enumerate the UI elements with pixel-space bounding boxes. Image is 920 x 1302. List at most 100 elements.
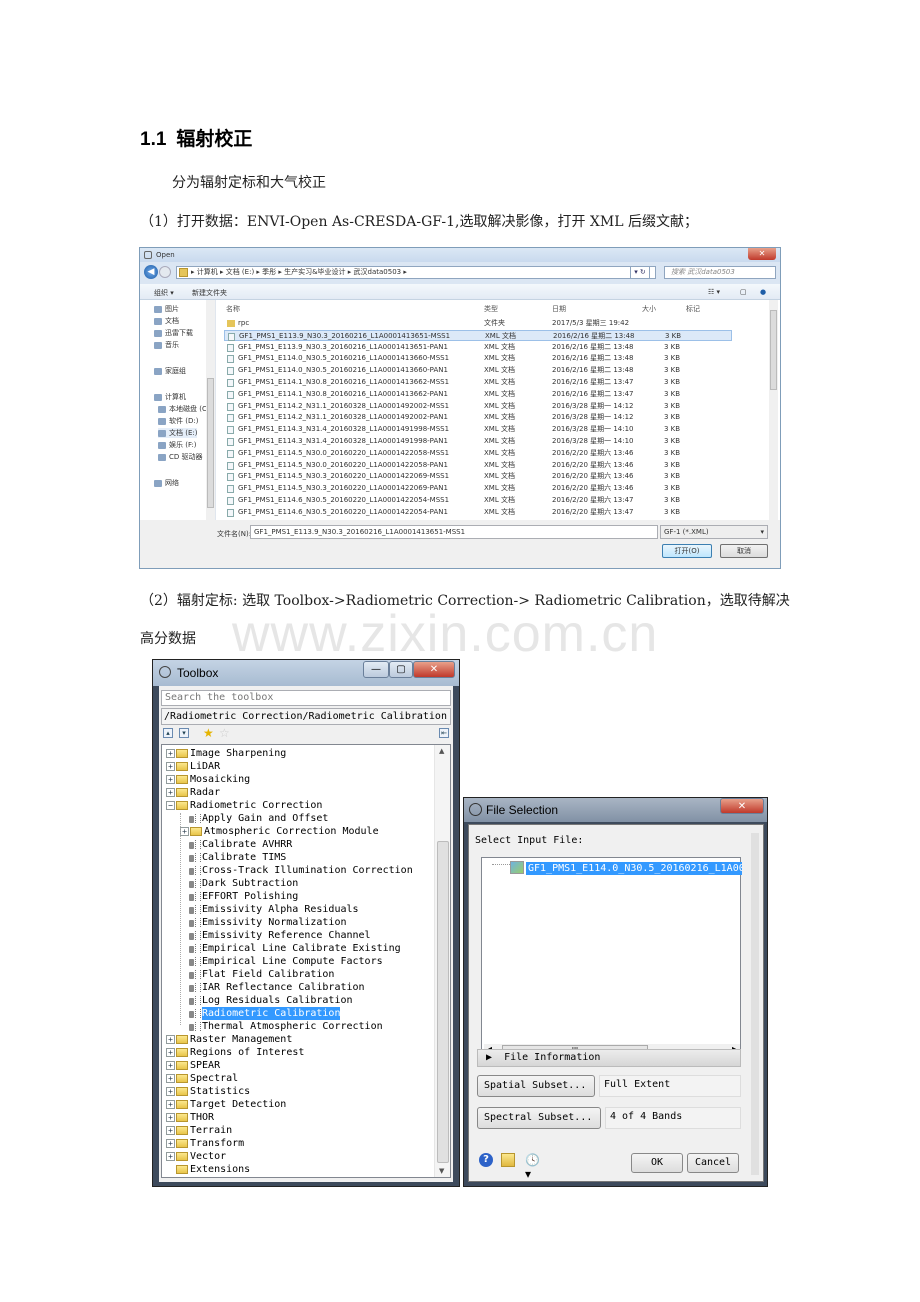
organize-menu[interactable]: 组织 ▾ bbox=[154, 288, 174, 298]
tree-folder-item[interactable]: + SPEAR bbox=[166, 1059, 220, 1072]
nav-item[interactable]: 音乐 bbox=[154, 340, 179, 350]
tree-tool-item[interactable]: Log Residuals Calibration bbox=[188, 994, 353, 1007]
search-input[interactable]: 搜索 武汉data0503 bbox=[664, 266, 776, 279]
expand-icon[interactable]: + bbox=[166, 1100, 175, 1109]
tree-folder-item[interactable]: + Vector bbox=[166, 1150, 226, 1163]
col-name[interactable]: 名称 bbox=[226, 304, 240, 314]
file-row[interactable]: GF1_PMS1_E113.9_N30.3_20160216_L1A000141… bbox=[224, 342, 732, 353]
tree-folder-item[interactable]: + Regions of Interest bbox=[166, 1046, 304, 1059]
expand-icon[interactable]: + bbox=[166, 1126, 175, 1135]
breadcrumb[interactable]: ▸ 计算机 ▸ 文档 (E:) ▸ 季彤 ▸ 生产实习&毕业设计 ▸ 武汉dat… bbox=[176, 266, 656, 279]
tree-tool-item[interactable]: Calibrate TIMS bbox=[188, 851, 286, 864]
list-scrollbar[interactable] bbox=[769, 300, 778, 520]
tree-tool-item[interactable]: Emissivity Alpha Residuals bbox=[188, 903, 359, 916]
history-icon[interactable]: 🕓▾ bbox=[525, 1153, 540, 1181]
file-row[interactable]: GF1_PMS1_E114.2_N31.1_20160328_L1A000149… bbox=[224, 412, 732, 423]
maximize-button[interactable]: ▢ bbox=[389, 661, 413, 678]
expand-icon[interactable]: + bbox=[166, 1087, 175, 1096]
file-row[interactable]: GF1_PMS1_E114.0_N30.5_20160216_L1A000141… bbox=[224, 353, 732, 364]
file-row[interactable]: GF1_PMS1_E113.9_N30.3_20160216_L1A000141… bbox=[224, 329, 732, 341]
minimize-button[interactable]: — bbox=[363, 661, 389, 678]
tree-folder-item[interactable]: + Image Sharpening bbox=[166, 747, 286, 760]
file-row[interactable]: GF1_PMS1_E114.1_N30.8_20160216_L1A000141… bbox=[224, 377, 732, 388]
tree-tool-item[interactable]: Emissivity Normalization bbox=[188, 916, 347, 929]
nav-scrollbar[interactable] bbox=[206, 300, 215, 520]
tree-folder-item[interactable]: − Radiometric Correction bbox=[166, 799, 322, 812]
nav-item[interactable]: 本地磁盘 (C:) bbox=[158, 404, 212, 414]
expand-icon[interactable]: + bbox=[166, 1035, 175, 1044]
close-button[interactable]: ✕ bbox=[413, 661, 455, 678]
collapse-icon[interactable]: − bbox=[166, 801, 175, 810]
expand-icon[interactable]: + bbox=[166, 788, 175, 797]
new-folder-button[interactable]: 新建文件夹 bbox=[192, 288, 227, 298]
expand-icon[interactable]: + bbox=[166, 1152, 175, 1161]
add-favorite-icon[interactable]: ★ bbox=[203, 726, 214, 740]
tree-folder-item[interactable]: + LiDAR bbox=[166, 760, 220, 773]
open-folder-icon[interactable] bbox=[501, 1153, 515, 1167]
cancel-button[interactable]: 取消 bbox=[720, 544, 768, 558]
col-date[interactable]: 日期 bbox=[552, 304, 566, 314]
tree-folder-item[interactable]: + Radar bbox=[166, 786, 220, 799]
nav-item[interactable]: 娱乐 (F:) bbox=[158, 440, 197, 450]
expand-icon[interactable]: + bbox=[180, 827, 189, 836]
file-row[interactable]: GF1_PMS1_E114.2_N31.1_20160328_L1A000149… bbox=[224, 401, 732, 412]
file-row[interactable]: GF1_PMS1_E114.5_N30.3_20160220_L1A000142… bbox=[224, 471, 732, 482]
forward-button[interactable] bbox=[159, 266, 171, 278]
file-row[interactable]: GF1_PMS1_E114.0_N30.5_20160216_L1A000141… bbox=[224, 365, 732, 376]
tree-folder-item[interactable]: + Target Detection bbox=[166, 1098, 286, 1111]
tree-folder-item[interactable]: + Mosaicking bbox=[166, 773, 250, 786]
expand-icon[interactable]: + bbox=[166, 1074, 175, 1083]
filename-input[interactable]: GF1_PMS1_E113.9_N30.3_20160216_L1A000141… bbox=[250, 525, 658, 539]
vertical-scrollbar[interactable] bbox=[751, 833, 759, 1175]
expand-icon[interactable]: + bbox=[166, 749, 175, 758]
nav-item[interactable]: CD 驱动器 bbox=[158, 452, 203, 462]
file-row[interactable]: rpc 文件夹 2017/5/3 星期三 19:42 bbox=[224, 318, 732, 329]
file-row[interactable]: GF1_PMS1_E114.6_N30.5_20160220_L1A000142… bbox=[224, 495, 732, 506]
preview-pane-icon[interactable]: ▢ bbox=[740, 288, 747, 296]
col-size[interactable]: 大小 bbox=[642, 304, 656, 314]
tree-tool-item[interactable]: Emissivity Reference Channel bbox=[188, 929, 371, 942]
ok-button[interactable]: OK bbox=[631, 1153, 683, 1173]
open-button[interactable]: 打开(O) bbox=[662, 544, 712, 558]
nav-item[interactable]: 图片 bbox=[154, 304, 179, 314]
file-row[interactable]: GF1_PMS1_E114.5_N30.0_20160220_L1A000142… bbox=[224, 448, 732, 459]
tree-tool-item[interactable]: Dark Subtraction bbox=[188, 877, 298, 890]
nav-item[interactable]: 迅雷下载 bbox=[154, 328, 193, 338]
tree-folder-item[interactable]: + Transform bbox=[166, 1137, 244, 1150]
help-icon[interactable]: ? bbox=[479, 1153, 493, 1167]
selected-input-file[interactable]: GF1_PMS1_E114.0_N30.5_20160216_L1A000141… bbox=[526, 862, 742, 875]
spectral-subset-button[interactable]: Spectral Subset... bbox=[477, 1107, 601, 1129]
expand-icon[interactable]: + bbox=[166, 1061, 175, 1070]
expand-icon[interactable]: + bbox=[166, 1113, 175, 1122]
view-icon[interactable]: ☷ ▾ bbox=[708, 288, 720, 296]
back-button[interactable]: ◀ bbox=[144, 265, 158, 279]
nav-item[interactable]: 家庭组 bbox=[154, 366, 186, 376]
tree-folder-item[interactable]: + Spectral bbox=[166, 1072, 238, 1085]
tree-scrollbar[interactable]: ▲ ▼ bbox=[434, 745, 450, 1177]
nav-item[interactable]: 文档 (E:) bbox=[158, 428, 198, 438]
file-row[interactable]: GF1_PMS1_E114.3_N31.4_20160328_L1A000149… bbox=[224, 436, 732, 447]
tree-tool-item[interactable]: Radiometric Calibration bbox=[188, 1007, 341, 1020]
close-button[interactable]: ✕ bbox=[748, 248, 776, 260]
nav-item[interactable]: 软件 (D:) bbox=[158, 416, 198, 426]
expand-icon[interactable]: + bbox=[166, 1139, 175, 1148]
nav-item[interactable]: 计算机 bbox=[154, 392, 186, 402]
tree-tool-item[interactable]: Empirical Line Calibrate Existing bbox=[188, 942, 401, 955]
remove-favorite-icon[interactable]: ☆ bbox=[219, 726, 230, 740]
cancel-button[interactable]: Cancel bbox=[687, 1153, 739, 1173]
tree-tool-item[interactable]: Thermal Atmospheric Correction bbox=[188, 1020, 383, 1033]
close-button[interactable]: ✕ bbox=[720, 798, 764, 814]
tree-tool-item[interactable]: IAR Reflectance Calibration bbox=[188, 981, 365, 994]
file-information-expander[interactable]: ▶ File Information bbox=[477, 1049, 741, 1067]
tree-tool-item[interactable]: Flat Field Calibration bbox=[188, 968, 334, 981]
col-type[interactable]: 类型 bbox=[484, 304, 498, 314]
dock-icon[interactable]: ⇤ bbox=[439, 728, 449, 738]
tree-folder-item[interactable]: Extensions bbox=[166, 1163, 250, 1176]
spatial-subset-button[interactable]: Spatial Subset... bbox=[477, 1075, 595, 1097]
file-row[interactable]: GF1_PMS1_E114.5_N30.3_20160220_L1A000142… bbox=[224, 483, 732, 494]
nav-item[interactable]: 网络 bbox=[154, 478, 179, 488]
expand-down-icon[interactable]: ▾ bbox=[179, 728, 189, 738]
collapse-up-icon[interactable]: ▴ bbox=[163, 728, 173, 738]
tree-tool-item[interactable]: Apply Gain and Offset bbox=[188, 812, 328, 825]
file-row[interactable]: GF1_PMS1_E114.5_N30.0_20160220_L1A000142… bbox=[224, 460, 732, 471]
